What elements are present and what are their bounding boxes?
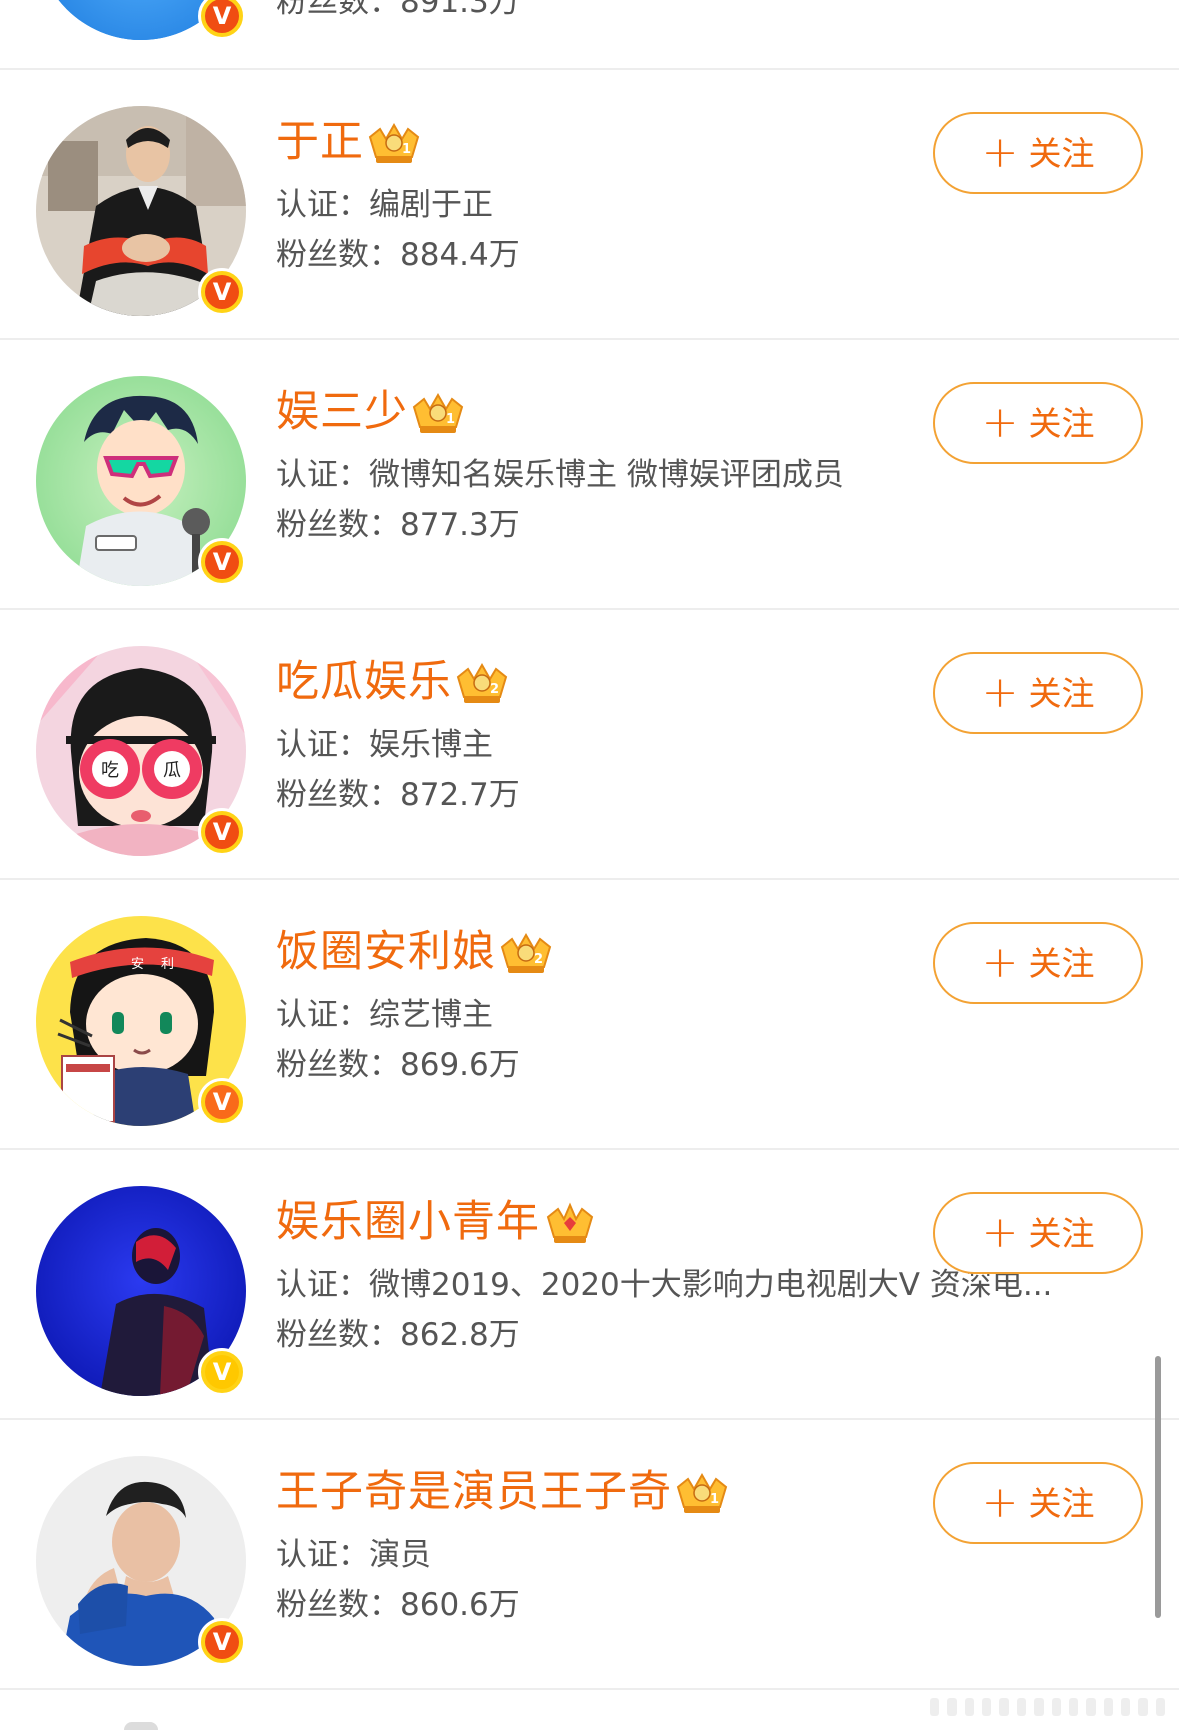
fans-count: 粉丝数：860.6万 bbox=[276, 1587, 520, 1623]
avatar[interactable]: V bbox=[36, 1186, 246, 1396]
follow-button[interactable]: + 关注 bbox=[933, 1462, 1143, 1544]
watermark bbox=[930, 1698, 1166, 1716]
crown-icon: 2 bbox=[500, 932, 552, 973]
svg-text:1: 1 bbox=[446, 412, 455, 427]
svg-text:2: 2 bbox=[490, 682, 499, 697]
user-name-line: 吃瓜娱乐 2 bbox=[276, 652, 510, 712]
verification-text: 认证：编剧于正 bbox=[276, 187, 493, 223]
user-row[interactable]: 安 利 V 饭圈安利娘 2 认证：综艺博主 粉丝数：869.6万 + 关注 bbox=[0, 880, 1179, 1150]
user-row[interactable]: V 于正 1 认证：编剧于正 粉丝数：884.4万 + 关注 bbox=[0, 70, 1179, 340]
fans-count: 粉丝数：862.8万 bbox=[276, 1317, 520, 1353]
plus-icon: + bbox=[981, 1477, 1019, 1528]
user-row-partial[interactable]: V 粉丝数：891.3万 bbox=[0, 0, 1179, 70]
fans-count: 粉丝数：872.7万 bbox=[276, 777, 520, 813]
user-name[interactable]: 于正 bbox=[276, 112, 364, 172]
user-row[interactable]: V 娱三少 1 认证：微博知名娱乐博主 微博娱评团成员 粉丝数：877.3万 +… bbox=[0, 340, 1179, 610]
avatar[interactable]: V bbox=[36, 1456, 246, 1666]
plus-icon: + bbox=[981, 397, 1019, 448]
crown-icon bbox=[546, 1202, 594, 1243]
follow-button[interactable]: + 关注 bbox=[933, 922, 1143, 1004]
user-name-line: 饭圈安利娘 2 bbox=[276, 922, 554, 982]
avatar[interactable]: 吃 瓜 V bbox=[36, 646, 246, 856]
follow-button[interactable]: + 关注 bbox=[933, 652, 1143, 734]
verified-badge-icon: V bbox=[198, 268, 246, 316]
plus-icon: + bbox=[981, 127, 1019, 178]
verified-badge-icon: V bbox=[198, 1618, 246, 1666]
verified-badge-icon: V bbox=[198, 538, 246, 586]
avatar-partial[interactable]: V bbox=[36, 0, 246, 40]
follow-button[interactable]: + 关注 bbox=[933, 1192, 1143, 1274]
crown-icon: 1 bbox=[368, 122, 420, 163]
verification-text: 认证：演员 bbox=[276, 1537, 431, 1573]
vertical-scrollbar[interactable] bbox=[1155, 1356, 1161, 1618]
verification-text: 认证：微博知名娱乐博主 微博娱评团成员 bbox=[276, 457, 844, 493]
plus-icon: + bbox=[981, 1207, 1019, 1258]
fans-count: 粉丝数：884.4万 bbox=[276, 237, 520, 273]
fans-count: 粉丝数：869.6万 bbox=[276, 1047, 520, 1083]
avatar[interactable]: V bbox=[36, 376, 246, 586]
user-name[interactable]: 王子奇是演员王子奇 bbox=[276, 1462, 672, 1522]
crown-icon: 1 bbox=[412, 392, 464, 433]
user-name-line: 王子奇是演员王子奇 1 bbox=[276, 1462, 730, 1522]
verified-badge-icon: V bbox=[198, 1078, 246, 1126]
svg-text:利: 利 bbox=[161, 957, 174, 972]
svg-text:1: 1 bbox=[710, 1492, 719, 1507]
user-name[interactable]: 娱三少 bbox=[276, 382, 408, 442]
follow-button[interactable]: + 关注 bbox=[933, 112, 1143, 194]
svg-text:2: 2 bbox=[534, 952, 543, 967]
svg-text:吃: 吃 bbox=[101, 760, 119, 781]
follow-button[interactable]: + 关注 bbox=[933, 382, 1143, 464]
user-name[interactable]: 娱乐圈小青年 bbox=[276, 1192, 540, 1252]
user-name-line: 娱乐圈小青年 bbox=[276, 1192, 598, 1252]
avatar[interactable]: V bbox=[36, 106, 246, 316]
verified-badge-icon: V bbox=[198, 0, 246, 40]
verified-badge-icon: V bbox=[198, 808, 246, 856]
user-row[interactable]: V 娱乐圈小青年 认证：微博2019、2020十大影响力电视剧大V 资深电...… bbox=[0, 1150, 1179, 1420]
crown-icon: 2 bbox=[456, 662, 508, 703]
verification-text: 认证：娱乐博主 bbox=[276, 727, 493, 763]
verified-badge-icon: V bbox=[198, 1348, 246, 1396]
verification-text: 认证：综艺博主 bbox=[276, 997, 493, 1033]
user-search-results-list: V 粉丝数：891.3万 V 于正 1 认证：编剧于正 粉丝数：884.4万 +… bbox=[0, 0, 1179, 1732]
svg-text:安: 安 bbox=[131, 957, 144, 972]
svg-text:1: 1 bbox=[402, 142, 411, 157]
user-row[interactable]: V 王子奇是演员王子奇 1 认证：演员 粉丝数：860.6万 + 关注 bbox=[0, 1420, 1179, 1690]
plus-icon: + bbox=[981, 937, 1019, 988]
user-name-line: 娱三少 1 bbox=[276, 382, 466, 442]
user-name-line: 于正 1 bbox=[276, 112, 422, 172]
fans-count: 粉丝数：891.3万 bbox=[276, 0, 520, 20]
crown-icon: 1 bbox=[676, 1472, 728, 1513]
svg-text:瓜: 瓜 bbox=[163, 760, 181, 781]
verification-text: 认证：微博2019、2020十大影响力电视剧大V 资深电... bbox=[276, 1267, 1053, 1303]
avatar[interactable]: 安 利 V bbox=[36, 916, 246, 1126]
plus-icon: + bbox=[981, 667, 1019, 718]
fans-count: 粉丝数：877.3万 bbox=[276, 507, 520, 543]
next-row-stub bbox=[124, 1722, 158, 1730]
user-name[interactable]: 饭圈安利娘 bbox=[276, 922, 496, 982]
user-name[interactable]: 吃瓜娱乐 bbox=[276, 652, 452, 712]
user-row[interactable]: 吃 瓜 V 吃瓜娱乐 2 认证：娱乐博主 粉丝数：872.7万 + 关注 bbox=[0, 610, 1179, 880]
